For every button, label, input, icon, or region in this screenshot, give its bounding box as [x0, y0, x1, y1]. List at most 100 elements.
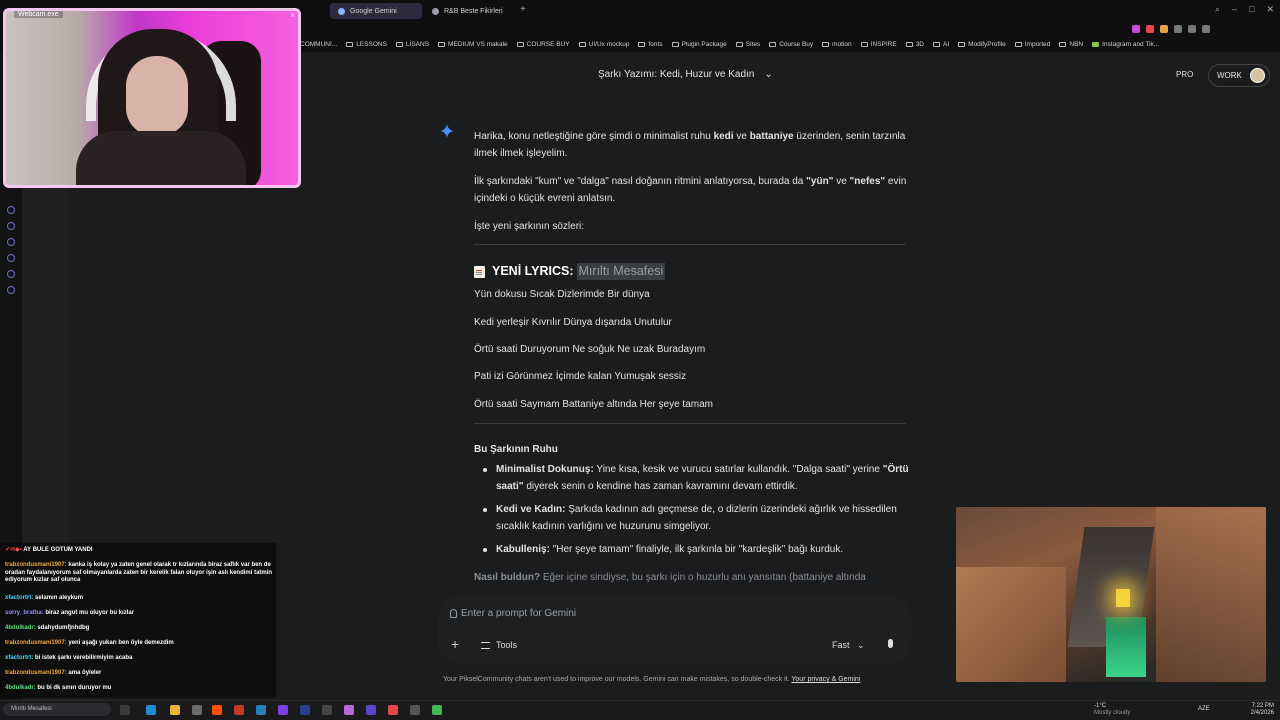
- tab-rnb-fikirleri[interactable]: R&B Beste Fikirleri: [424, 3, 516, 19]
- illustrator-icon[interactable]: [212, 705, 222, 715]
- game-dirt-wall: [956, 567, 1066, 682]
- avatar[interactable]: [1250, 68, 1265, 83]
- close-window-icon[interactable]: ✕: [1266, 4, 1274, 15]
- response-paragraph: İlk şarkındaki "kum" ve "dalga" nasıl do…: [474, 173, 910, 207]
- maximize-icon[interactable]: □: [1249, 4, 1254, 15]
- app-icon[interactable]: [366, 705, 376, 715]
- webcam-overlay: Webcam.exe ×: [3, 8, 301, 188]
- bookmark-folder[interactable]: motion: [822, 41, 852, 48]
- lyrics-heading-label: YENİ LYRICS:: [492, 264, 574, 278]
- weather-desc: Mostly cloudy: [1094, 710, 1131, 716]
- app-icon[interactable]: [278, 705, 288, 715]
- stream-chat-overlay: ✔✉◆▪ AY BULE GOTUM YANDI trabzondusmani1…: [0, 543, 276, 698]
- microphone-icon[interactable]: [888, 639, 893, 648]
- after-effects-icon[interactable]: [300, 705, 310, 715]
- bookmark-folder[interactable]: LİSANS: [395, 41, 429, 48]
- clock[interactable]: 7:22 PM 2/4/2026: [1251, 703, 1274, 717]
- edge-icon[interactable]: [146, 705, 156, 715]
- bookmark-label: LESSONS: [356, 40, 387, 48]
- download-icon[interactable]: [7, 254, 15, 262]
- bookmark-folder[interactable]: INSPIRE: [860, 41, 897, 48]
- app-icon[interactable]: [344, 705, 354, 715]
- bookmark-folder[interactable]: Plugin Package: [671, 41, 727, 48]
- response-paragraph-faded: Nasıl buldun? Eğer içine sindiyse, bu şa…: [474, 569, 910, 586]
- tools-icon: [481, 641, 490, 649]
- clock-icon[interactable]: [7, 238, 15, 246]
- gemini-spark-icon: [440, 124, 454, 138]
- bookmark-folder[interactable]: Course Buy: [769, 41, 813, 48]
- app-icon[interactable]: [432, 705, 442, 715]
- file-explorer-icon[interactable]: [170, 705, 180, 715]
- app-icon[interactable]: [234, 705, 244, 715]
- app-icon[interactable]: [192, 705, 202, 715]
- game-capture-overlay: [956, 507, 1266, 682]
- weather-widget[interactable]: -1°C Mostly cloudy: [1094, 703, 1130, 717]
- app-icon[interactable]: [322, 705, 332, 715]
- chat-user: trabzondusmani1907:: [5, 670, 67, 676]
- bookmark-link[interactable]: Instagram and Tik...: [1092, 41, 1159, 48]
- chat-message: 4bdulkadr: bu bi dk sınırı duruyor mu: [5, 685, 273, 693]
- extension-icons: [1132, 22, 1210, 33]
- extension-icon[interactable]: [1188, 25, 1196, 33]
- game-torch: [1116, 589, 1130, 607]
- app-icon[interactable]: [410, 705, 420, 715]
- webcam-label: Webcam.exe: [14, 11, 63, 18]
- settings-icon[interactable]: [7, 286, 15, 294]
- bookmark-favicon: [1092, 41, 1100, 47]
- folder-icon: [516, 41, 524, 47]
- search-tabs-icon[interactable]: ⌕: [1215, 4, 1220, 15]
- history-icon[interactable]: [7, 206, 15, 214]
- bookmark-folder[interactable]: COURSE BUY: [516, 41, 570, 48]
- bookmark-folder[interactable]: Sites: [735, 40, 761, 48]
- prompt-box[interactable]: Enter a prompt for Gemini + Tools Fast ⌄: [438, 596, 911, 664]
- section-heading: Bu Şarkının Ruhu: [474, 444, 558, 455]
- chat-badges-icon: ✔✉◆▪: [5, 547, 24, 553]
- chat-icon[interactable]: [7, 270, 15, 278]
- bookmark-folder[interactable]: LESSONS: [346, 41, 387, 48]
- extension-icon[interactable]: [1132, 25, 1140, 33]
- new-tab-button[interactable]: +: [520, 4, 526, 15]
- account-switcher[interactable]: WORK: [1208, 64, 1270, 87]
- bookmark-folder[interactable]: COMMUNI...: [300, 41, 337, 48]
- app-icon[interactable]: [256, 705, 266, 715]
- task-view-icon[interactable]: [120, 705, 130, 715]
- tools-button[interactable]: Tools: [481, 640, 517, 650]
- bookmark-folder[interactable]: MEDIUM VS makale: [438, 41, 508, 48]
- folder-icon: [346, 41, 354, 47]
- input-language[interactable]: AZE: [1198, 706, 1210, 712]
- mode-label: Fast: [832, 640, 850, 650]
- disclaimer: Your PikselCommunity chats aren't used t…: [443, 676, 860, 683]
- chat-message: ✔✉◆▪ AY BULE GOTUM YANDI: [5, 547, 273, 555]
- chat-text: selamın aleykum: [33, 595, 84, 601]
- bookmark-folder[interactable]: ModifyProfile: [958, 41, 1006, 48]
- model-mode-selector[interactable]: Fast ⌄: [832, 640, 865, 651]
- conversation-title[interactable]: Şarkı Yazımı: Kedi, Huzur ve Kadın ⌄: [598, 69, 773, 80]
- extension-icon[interactable]: [1146, 25, 1154, 33]
- folder-icon: [1014, 41, 1022, 47]
- minimize-icon[interactable]: –: [1232, 4, 1237, 15]
- bookmark-label: Sites: [745, 40, 761, 48]
- add-attachment-button[interactable]: +: [451, 636, 459, 652]
- prompt-input[interactable]: Enter a prompt for Gemini: [450, 608, 576, 619]
- bookmark-folder[interactable]: fonts: [638, 41, 663, 48]
- tab-google-gemini[interactable]: Google Gemini: [330, 3, 422, 19]
- opera-icon[interactable]: [388, 705, 398, 715]
- response-paragraph: Harika, konu netleştiğine göre şimdi o m…: [474, 128, 910, 162]
- extension-icon[interactable]: [1202, 25, 1210, 33]
- extension-icon[interactable]: [1160, 25, 1168, 33]
- bookmark-folder[interactable]: 3D: [905, 41, 924, 48]
- bookmark-folder[interactable]: UI/Ux mockup: [578, 41, 629, 48]
- extension-icon[interactable]: [1174, 25, 1182, 33]
- lyric-line: Kedi yerleşir Kıvrılır Dünya dışarıda Un…: [474, 317, 672, 328]
- bookmark-folder[interactable]: AI: [933, 41, 949, 48]
- folder-icon: [638, 41, 646, 47]
- privacy-link[interactable]: Your privacy & Gemini: [791, 676, 860, 683]
- lyrics-title-highlighted: Mırıltı Mesafesi: [576, 263, 666, 280]
- list-item: Kabulleniş: "Her şeye tamam" finaliyle, …: [483, 541, 910, 558]
- folder-icon: [769, 41, 777, 47]
- bookmark-folder[interactable]: Imported: [1014, 41, 1050, 48]
- bookmark-folder[interactable]: NBN: [1059, 41, 1083, 48]
- taskbar-search[interactable]: Mırıltı Mesafesi: [3, 703, 111, 716]
- folder-icon: [958, 41, 966, 47]
- heart-icon[interactable]: [7, 222, 15, 230]
